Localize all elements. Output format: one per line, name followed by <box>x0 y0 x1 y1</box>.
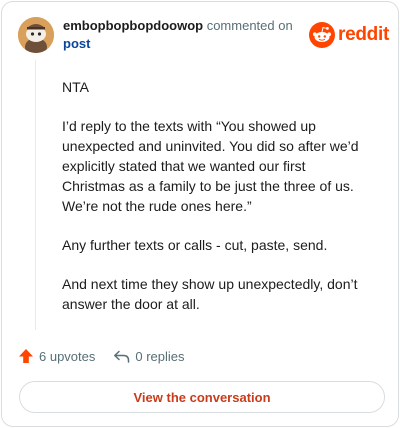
post-link[interactable]: post <box>63 35 313 53</box>
replies-count: 0 replies <box>135 348 185 364</box>
reddit-logo-icon <box>309 22 335 48</box>
comment-embed-card: embopbopbopdoowop commented on post redd… <box>1 1 399 427</box>
thread-line <box>35 60 36 330</box>
comment-paragraph: NTA <box>62 79 89 95</box>
upvote-arrow-icon <box>19 349 33 363</box>
replies-stat[interactable]: 0 replies <box>113 348 185 364</box>
comment-footer: 6 upvotes 0 replies <box>18 346 203 366</box>
upvotes-count: 6 upvotes <box>39 348 96 364</box>
comment-paragraph: Any further texts or calls - cut, paste,… <box>62 237 328 253</box>
comment-paragraph: I’d reply to the texts with “You showed … <box>62 118 359 214</box>
comment-paragraph: And next time they show up unexpectedly,… <box>62 276 358 312</box>
username-link[interactable]: embopbopbopdoowop <box>63 18 203 33</box>
view-conversation-button[interactable]: View the conversation <box>19 381 385 413</box>
commented-on-label: commented on <box>206 18 293 33</box>
avatar-icon[interactable] <box>18 17 54 53</box>
reddit-wordmark: reddit <box>338 24 389 45</box>
upvotes-stat[interactable]: 6 upvotes <box>18 348 95 364</box>
comment-meta: embopbopbopdoowop commented on post <box>63 17 313 53</box>
reply-arrow-icon <box>114 350 130 363</box>
reddit-logo[interactable]: reddit <box>309 22 389 48</box>
comment-body: NTA I’d reply to the texts with “You sho… <box>62 77 372 333</box>
